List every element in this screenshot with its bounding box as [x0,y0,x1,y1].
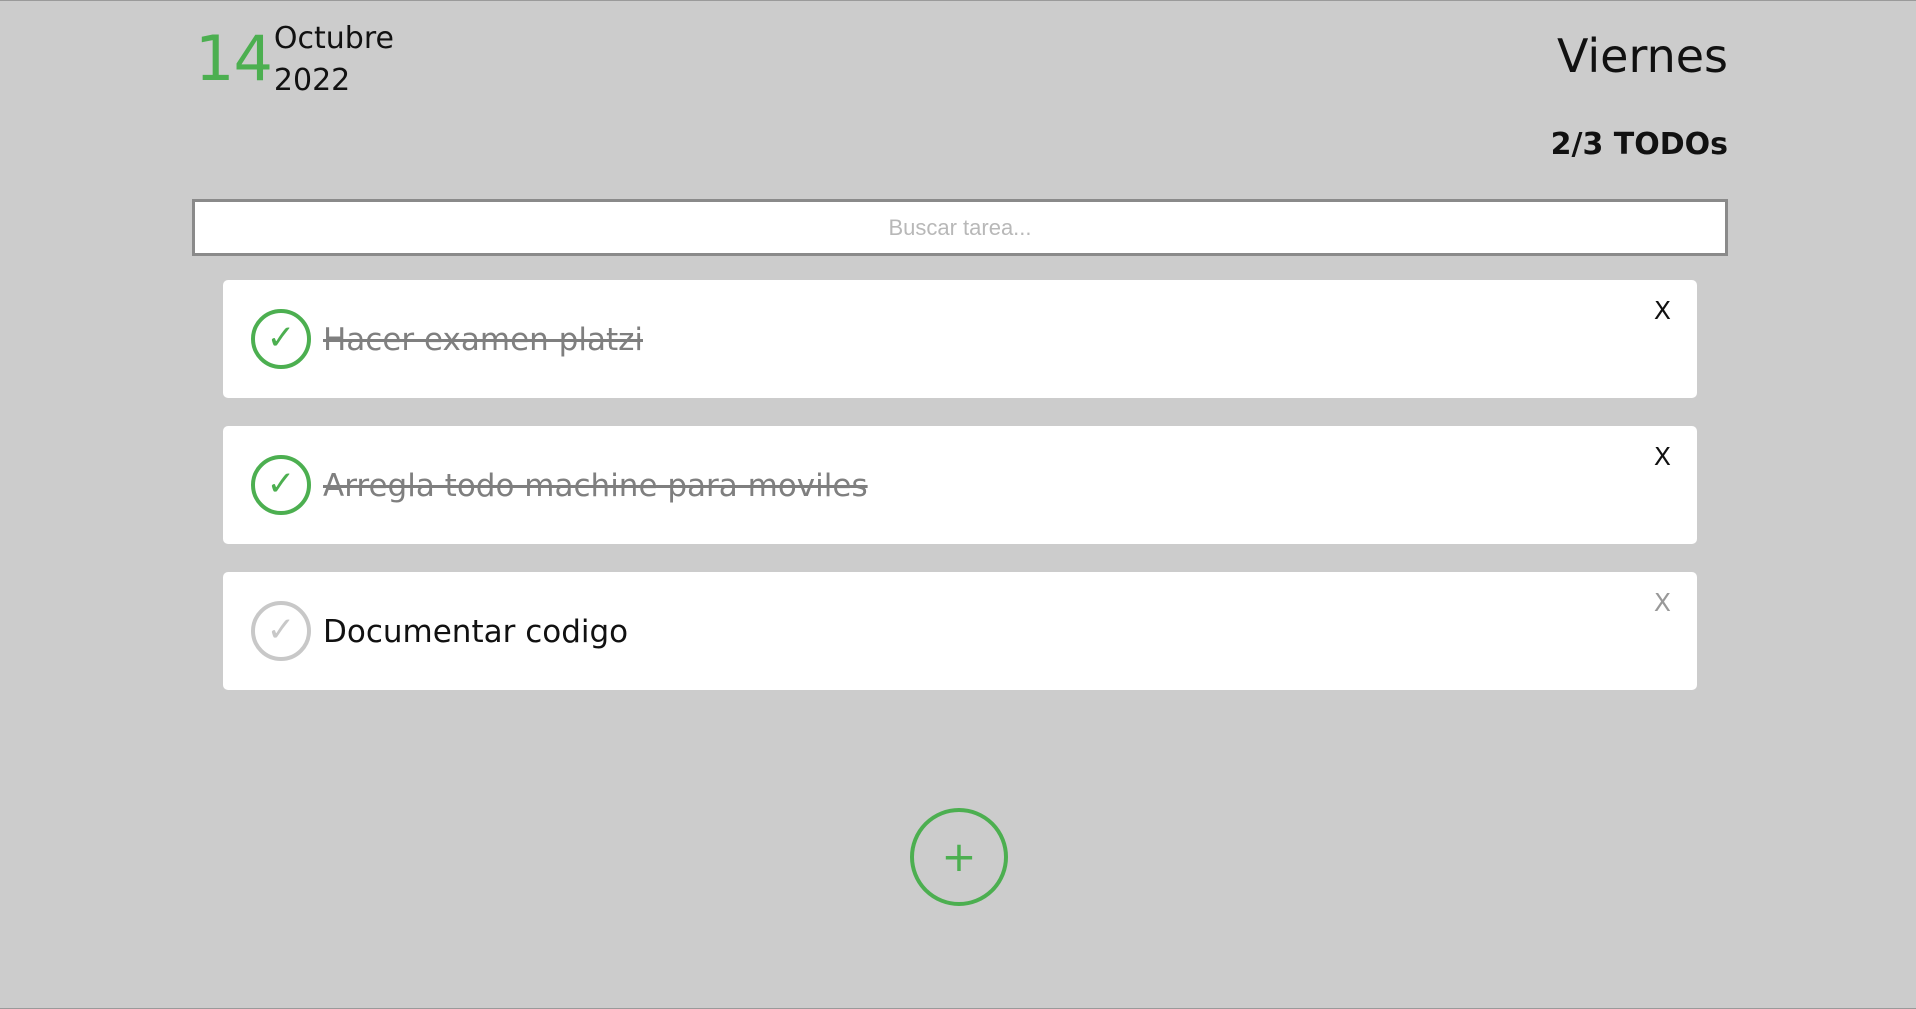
date-display: 14 Octubre 2022 [195,18,394,102]
todo-item: ✓ Documentar codigo X [223,572,1697,690]
date-month: Octubre [273,21,394,56]
todo-text: Hacer examen platzi [323,322,643,358]
delete-button[interactable]: X [1654,438,1671,476]
todo-text: Arregla todo machine para moviles [323,468,868,504]
delete-button[interactable]: X [1654,584,1671,622]
date-month-year: Octubre 2022 [274,18,394,102]
todo-item: ✓ Arregla todo machine para moviles X [223,426,1697,544]
todo-counter: 2/3 TODOs [1550,127,1728,162]
todo-item: ✓ Hacer examen platzi X [223,280,1697,398]
check-icon[interactable]: ✓ [251,455,311,515]
search-input[interactable] [192,199,1728,256]
check-icon[interactable]: ✓ [251,601,311,661]
check-icon[interactable]: ✓ [251,309,311,369]
add-todo-button[interactable]: + [910,808,1008,906]
top-border [0,0,1916,1]
todo-list: ✓ Hacer examen platzi X ✓ Arregla todo m… [223,280,1697,718]
date-day: 14 [195,22,273,95]
delete-button[interactable]: X [1654,292,1671,330]
date-year: 2022 [273,63,351,98]
todo-text: Documentar codigo [323,614,629,650]
weekday-label: Viernes [1556,29,1728,83]
